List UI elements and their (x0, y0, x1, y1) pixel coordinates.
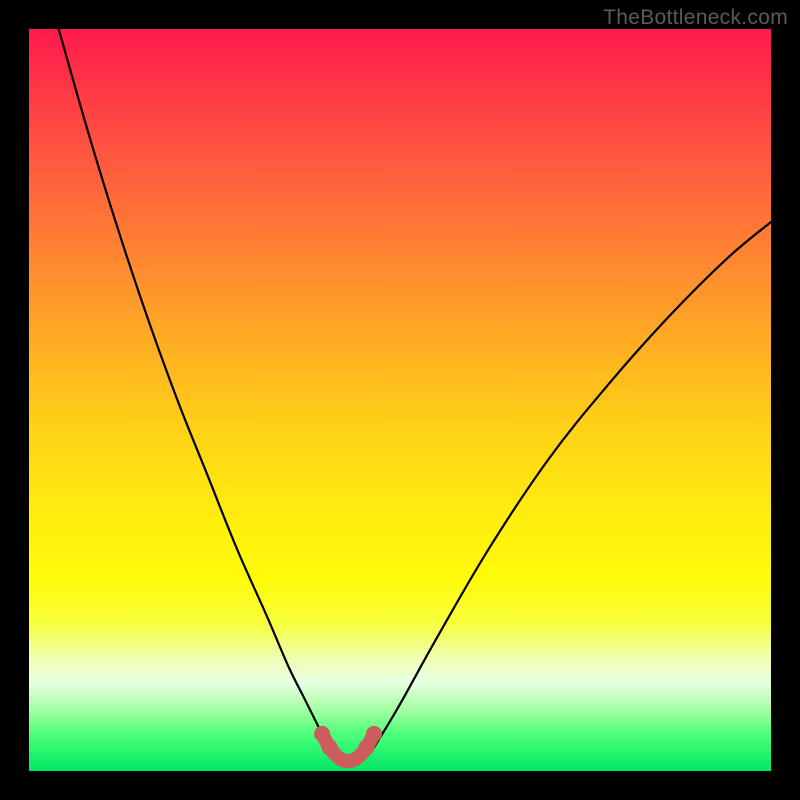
highlight-dots (314, 726, 382, 755)
highlight-dot (322, 739, 338, 755)
chart-frame: TheBottleneck.com (0, 0, 800, 800)
bottleneck-curve-path (59, 29, 771, 762)
chart-plot-area (29, 29, 771, 771)
watermark-text: TheBottleneck.com (603, 6, 788, 30)
highlight-segment-path (322, 734, 374, 761)
highlight-dot (366, 726, 382, 742)
highlight-dot (314, 726, 330, 742)
highlight-dot (359, 739, 375, 755)
curve-layer (29, 29, 771, 771)
